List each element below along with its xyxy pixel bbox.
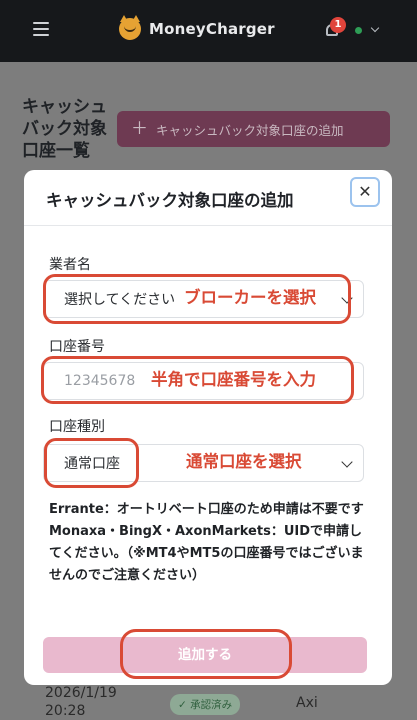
annotation-broker: ブローカーを選択	[184, 288, 316, 307]
add-account-button-label: キャッシュバック対象口座の追加	[156, 122, 344, 138]
broker-label: 業者名	[49, 257, 91, 273]
status-badge: ✓ 承認済み	[170, 694, 241, 715]
app-name: MoneyCharger	[149, 20, 275, 38]
notice-line-errante: Errante：オートリベート口座のため申請は不要です	[49, 502, 364, 517]
table-row-date: 2026/1/19 20:28	[45, 684, 117, 720]
add-account-modal: キャッシュバック対象口座の追加 ✕ 業者名 選択してください ブローカーを選択 …	[24, 170, 392, 685]
close-icon: ✕	[358, 182, 372, 201]
hamburger-menu-icon[interactable]	[33, 22, 49, 36]
plus-icon: ＋	[131, 118, 148, 139]
modal-divider	[24, 225, 392, 226]
status-badge-label: 承認済み	[190, 699, 233, 711]
table-row-broker: Axi	[296, 695, 318, 711]
notice-line-uid: Monaxa・BingX・AxonMarkets：UIDで申請してください。（※…	[49, 524, 364, 583]
annotation-account-type: 通常口座を選択	[186, 452, 302, 471]
cat-logo-icon	[119, 15, 141, 40]
account-type-label: 口座種別	[49, 419, 105, 435]
online-status-icon	[355, 27, 362, 34]
brand[interactable]: MoneyCharger	[119, 15, 275, 40]
close-button[interactable]: ✕	[350, 177, 380, 207]
annotation-ring-account-type	[44, 438, 139, 488]
top-navbar: MoneyCharger 1	[0, 0, 417, 62]
chevron-down-icon[interactable]	[370, 23, 380, 33]
chevron-down-icon	[341, 456, 353, 468]
row-time-value: 20:28	[45, 703, 86, 719]
account-number-label: 口座番号	[49, 339, 105, 355]
modal-title: キャッシュバック対象口座の追加	[46, 191, 294, 210]
notification-badge: 1	[330, 17, 346, 33]
add-account-button[interactable]: ＋ キャッシュバック対象口座の追加	[117, 111, 390, 147]
row-date-value: 2026/1/19	[45, 685, 117, 701]
notice-text: Errante：オートリベート口座のため申請は不要です Monaxa・BingX…	[49, 499, 369, 587]
page-title: キャッシュバック対象口座一覧	[22, 97, 107, 161]
annotation-account-number: 半角で口座番号を入力	[151, 370, 316, 389]
annotation-ring-submit	[120, 629, 292, 679]
